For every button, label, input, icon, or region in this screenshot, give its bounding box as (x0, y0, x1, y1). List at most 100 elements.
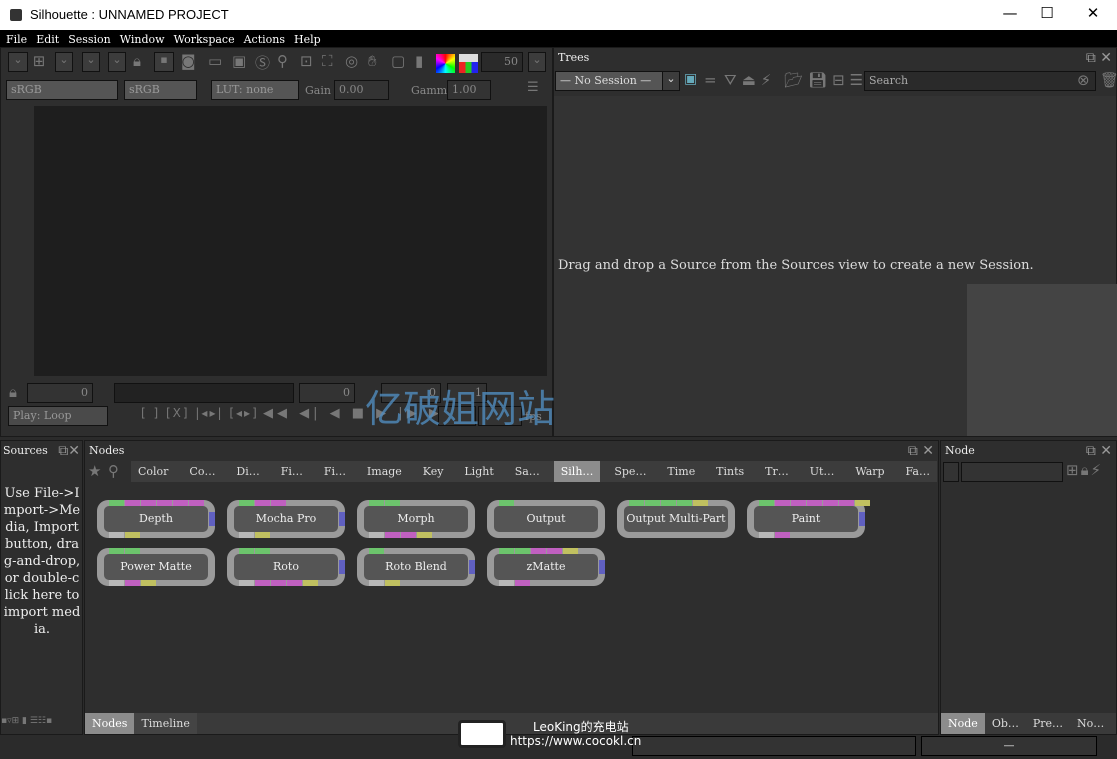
input-port[interactable] (385, 500, 400, 506)
node-output-port[interactable] (209, 512, 215, 526)
zoom-icon[interactable]: ⚲ (277, 52, 288, 70)
output-port[interactable] (417, 532, 432, 538)
zoom-field[interactable]: 50 (481, 52, 523, 72)
minimize-button[interactable]: — (995, 4, 1025, 26)
node-color-swatch[interactable] (943, 462, 959, 482)
input-port[interactable] (255, 548, 270, 554)
input-port[interactable] (173, 500, 188, 506)
play-mode-select[interactable]: Play: Loop (8, 406, 108, 426)
output-port[interactable] (401, 532, 416, 538)
input-port[interactable] (677, 500, 692, 506)
zoom-dropdown[interactable]: ⌄ (528, 52, 546, 72)
input-port[interactable] (515, 548, 530, 554)
color-wheel-icon[interactable] (436, 54, 455, 73)
input-port[interactable] (189, 500, 204, 506)
node-item[interactable]: Roto (227, 548, 345, 586)
menu-session[interactable]: Session (62, 30, 114, 47)
output-port[interactable] (385, 580, 400, 586)
rotate-icon[interactable]: ◎ (345, 52, 358, 70)
input-port[interactable] (109, 500, 124, 506)
output-port[interactable] (125, 532, 140, 538)
node-output-port[interactable] (339, 512, 345, 526)
dropdown-c[interactable]: ⌄ (108, 52, 126, 72)
trees-navigator[interactable] (967, 284, 1117, 436)
tab-objects[interactable]: Ob… (985, 713, 1026, 734)
equals-icon[interactable]: = (704, 71, 717, 89)
output-port[interactable] (109, 532, 124, 538)
lock-icon[interactable]: 🔒︎ (133, 52, 141, 70)
input-port[interactable] (369, 548, 384, 554)
menu-file[interactable]: File (0, 30, 30, 47)
input-port[interactable] (791, 500, 806, 506)
monitor-icon[interactable]: ▭ (208, 52, 222, 70)
frame-current-field[interactable]: 0 (299, 383, 355, 403)
output-port[interactable] (369, 580, 384, 586)
tree-tools-icon[interactable]: ⛛⏏⚡ (724, 71, 776, 89)
node-output-port[interactable] (859, 512, 865, 526)
input-port[interactable] (369, 500, 384, 506)
fit-icon[interactable]: ⊡ (300, 52, 313, 70)
add-icon[interactable]: ⊞ (29, 52, 49, 70)
input-port[interactable] (531, 548, 546, 554)
input-port[interactable] (775, 500, 790, 506)
tab-presets[interactable]: Pre… (1026, 713, 1070, 734)
menu-actions[interactable]: Actions (238, 30, 288, 47)
node-item[interactable]: Power Matte (97, 548, 215, 586)
tab-timeline[interactable]: Timeline (134, 713, 197, 734)
sources-panel-controls[interactable]: ⧉✕ (58, 443, 80, 459)
gain-field[interactable]: 0.00 (334, 80, 389, 100)
input-port[interactable] (239, 500, 254, 506)
clear-search-icon[interactable]: ⊗ (1077, 71, 1090, 89)
output-port[interactable] (125, 580, 140, 586)
split-icon[interactable]: ▪ (154, 52, 174, 72)
tree-file-icons[interactable]: 📂︎💾︎⊟☰ (784, 71, 868, 89)
node-panel-controls[interactable]: ⧉ ✕ (1086, 443, 1112, 459)
input-port[interactable] (255, 500, 270, 506)
input-port[interactable] (563, 548, 578, 554)
menu-help[interactable]: Help (288, 30, 324, 47)
solo-icon[interactable]: Ⓢ (255, 52, 270, 73)
input-port[interactable] (157, 500, 172, 506)
timeline-lock-icon[interactable]: 🔒︎ (9, 383, 17, 401)
node-name-field[interactable] (961, 462, 1063, 482)
input-port[interactable] (823, 500, 838, 506)
frame-icon[interactable]: ▣ (684, 71, 697, 87)
output-port[interactable] (369, 532, 384, 538)
center-icon[interactable]: ⛶ (322, 52, 333, 70)
mask-icon[interactable]: ▢ (391, 52, 405, 70)
node-output-port[interactable] (599, 560, 605, 574)
input-port[interactable] (271, 500, 286, 506)
dropdown-a[interactable]: ⌄ (55, 52, 73, 72)
frame-start-field[interactable]: 0 (27, 383, 93, 403)
input-port[interactable] (807, 500, 822, 506)
input-port[interactable] (629, 500, 644, 506)
input-port[interactable] (499, 500, 514, 506)
input-port[interactable] (499, 548, 514, 554)
output-port[interactable] (775, 532, 790, 538)
input-port[interactable] (109, 548, 124, 554)
gamma-field[interactable]: 1.00 (447, 80, 491, 100)
hand-icon[interactable]: ✋︎ (368, 52, 377, 70)
page-icon[interactable]: ▮ (415, 52, 423, 70)
output-port[interactable] (287, 580, 302, 586)
node-output-port[interactable] (339, 560, 345, 574)
color-channels-icon[interactable] (459, 54, 478, 73)
camera-icon[interactable]: ◙ (181, 52, 196, 70)
output-port[interactable] (515, 580, 530, 586)
output-port[interactable] (141, 580, 156, 586)
node-item[interactable]: Mocha Pro (227, 500, 345, 538)
node-item[interactable]: Morph (357, 500, 475, 538)
session-dropdown[interactable]: ⌄ (662, 71, 680, 91)
input-port[interactable] (239, 548, 254, 554)
input-port[interactable] (693, 500, 708, 506)
maximize-button[interactable]: ☐ (1032, 4, 1062, 26)
input-port[interactable] (839, 500, 854, 506)
dropdown-b[interactable]: ⌄ (82, 52, 100, 72)
colorspace-out-select[interactable]: sRGB (124, 80, 197, 100)
output-port[interactable] (499, 580, 514, 586)
close-button[interactable]: ✕ (1078, 4, 1108, 26)
list-options-icon[interactable]: ☰ (527, 80, 539, 95)
menu-edit[interactable]: Edit (30, 30, 62, 47)
output-port[interactable] (255, 580, 270, 586)
node-item[interactable]: Output Multi-Part (617, 500, 735, 538)
